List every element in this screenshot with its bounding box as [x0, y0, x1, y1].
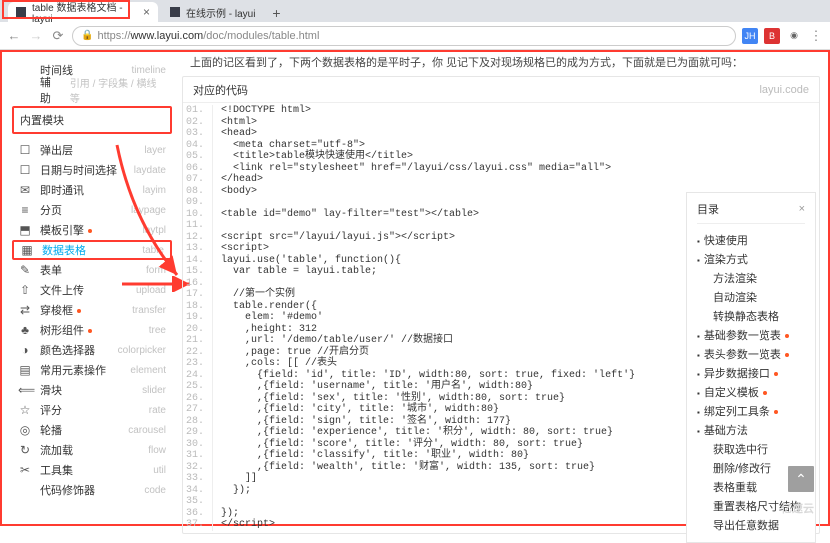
- code-line: 05. <title>table模块快速使用</title>: [183, 151, 819, 163]
- menu-icon: ◑: [18, 343, 32, 357]
- back-button[interactable]: ←: [6, 28, 22, 44]
- code-line: 02.<html>: [183, 117, 819, 129]
- sidebar-item-tree[interactable]: ♣树形组件tree: [12, 320, 172, 340]
- menu-icon: ◎: [18, 423, 32, 437]
- toc-item[interactable]: 异步数据接口: [697, 363, 805, 382]
- code-line: 06. <link rel="stylesheet" href="/layui/…: [183, 163, 819, 175]
- watermark: 亿速云: [781, 500, 814, 516]
- toc-item[interactable]: 绑定列工具条: [697, 401, 805, 420]
- code-line: 03.<head>: [183, 128, 819, 140]
- sidebar-item-laypage[interactable]: ≡分页laypage: [12, 200, 172, 220]
- sidebar-item-util[interactable]: ✂工具集util: [12, 460, 172, 480]
- intro-text: 上面的记区看到了，下两个数据表格的是平时子，你 见记下及对现场规格已的成为方式，…: [182, 52, 820, 72]
- toc-item[interactable]: 导出任意数据: [697, 515, 805, 534]
- close-icon[interactable]: ×: [143, 5, 150, 19]
- browser-tab[interactable]: 在线示例 - layui: [162, 2, 263, 22]
- menu-icon: ✎: [18, 263, 32, 277]
- toc-item[interactable]: 自动渲染: [697, 287, 805, 306]
- sidebar-item-colorpicker[interactable]: ◑颜色选择器colorpicker: [12, 340, 172, 360]
- code-title: 对应的代码: [193, 82, 248, 98]
- code-header: 对应的代码 layui.code: [183, 77, 819, 103]
- sidebar-item-laytpl[interactable]: ⬒模板引擎laytpl: [12, 220, 172, 240]
- sidebar-item-transfer[interactable]: ⇄穿梭框transfer: [12, 300, 172, 320]
- menu-icon: ▦: [20, 243, 34, 257]
- sidebar-item-element[interactable]: ▤常用元素操作element: [12, 360, 172, 380]
- sidebar-item-code[interactable]: 代码修饰器code: [12, 480, 172, 500]
- menu-icon: ⬒: [18, 223, 32, 237]
- url-host: www.layui.com: [130, 30, 203, 42]
- menu-icon: ☐: [18, 143, 32, 157]
- browser-tabstrip: table 数据表格文档 - layui × 在线示例 - layui +: [0, 0, 830, 22]
- sidebar-item-laydate[interactable]: ☐日期与时间选择laydate: [12, 160, 172, 180]
- url-scheme: https://: [97, 30, 130, 42]
- extension-icon[interactable]: B: [764, 28, 780, 44]
- sidebar-item-carousel[interactable]: ◎轮播carousel: [12, 420, 172, 440]
- menu-icon: ✉: [18, 183, 32, 197]
- tab-title: table 数据表格文档 - layui: [32, 0, 137, 25]
- toc-item[interactable]: 快速使用: [697, 230, 805, 249]
- toc-item[interactable]: 方法渲染: [697, 268, 805, 287]
- code-line: 01.<!DOCTYPE html>: [183, 105, 819, 117]
- code-line: 07.</head>: [183, 174, 819, 186]
- url-input[interactable]: 🔒 https://www.layui.com/doc/modules/tabl…: [72, 26, 736, 46]
- favicon-icon: [16, 7, 26, 17]
- url-path: /doc/modules/table.html: [203, 30, 319, 42]
- forward-button[interactable]: →: [28, 28, 44, 44]
- extension-icon[interactable]: ◉: [786, 28, 802, 44]
- sidebar-group-header: 内置模块: [12, 106, 172, 134]
- menu-button[interactable]: ⋮: [808, 28, 824, 44]
- address-bar: ← → ⟳ 🔒 https://www.layui.com/doc/module…: [0, 22, 830, 50]
- extension-icon[interactable]: JH: [742, 28, 758, 44]
- sidebar-item-layim[interactable]: ✉即时通讯layim: [12, 180, 172, 200]
- toc-title: 目录: [697, 201, 719, 217]
- menu-icon: ▤: [18, 363, 32, 377]
- sidebar-item-layer[interactable]: ☐弹出层layer: [12, 140, 172, 160]
- toc-item[interactable]: 渲染方式: [697, 249, 805, 268]
- sidebar-item-form[interactable]: ✎表单form: [12, 260, 172, 280]
- menu-icon: ⇧: [18, 283, 32, 297]
- toc-item[interactable]: 获取选中行: [697, 439, 805, 458]
- toc-item[interactable]: 自定义模板: [697, 382, 805, 401]
- toc-item[interactable]: 表头参数一览表: [697, 344, 805, 363]
- code-line: 04. <meta charset="utf-8">: [183, 140, 819, 152]
- sidebar-item-table[interactable]: ▦数据表格table: [12, 240, 172, 260]
- menu-icon: ↻: [18, 443, 32, 457]
- scroll-top-button[interactable]: ⌃: [788, 466, 814, 492]
- menu-icon: ☐: [18, 163, 32, 177]
- sidebar-item-rate[interactable]: ☆评分rate: [12, 400, 172, 420]
- reload-button[interactable]: ⟳: [50, 28, 66, 44]
- browser-tab-active[interactable]: table 数据表格文档 - layui ×: [8, 2, 158, 22]
- menu-icon: ⇄: [18, 303, 32, 317]
- toc-item[interactable]: 基础参数一览表: [697, 325, 805, 344]
- sidebar-item-slider[interactable]: ⟸滑块slider: [12, 380, 172, 400]
- favicon-icon: [170, 7, 180, 17]
- code-brand: layui.code: [759, 84, 809, 96]
- close-icon[interactable]: ×: [799, 203, 805, 215]
- menu-icon: ✂: [18, 463, 32, 477]
- tab-title: 在线示例 - layui: [186, 5, 255, 20]
- sidebar-item[interactable]: 辅助引用 / 字段集 / 横线等: [12, 80, 172, 100]
- sidebar: 时间线timeline辅助引用 / 字段集 / 横线等 内置模块 ☐弹出层lay…: [2, 52, 172, 524]
- page-content: 时间线timeline辅助引用 / 字段集 / 横线等 内置模块 ☐弹出层lay…: [0, 50, 830, 526]
- lock-icon: 🔒: [81, 30, 93, 41]
- menu-icon: ♣: [18, 323, 32, 337]
- menu-icon: ☆: [18, 403, 32, 417]
- sidebar-item-flow[interactable]: ↻流加载flow: [12, 440, 172, 460]
- new-tab-button[interactable]: +: [267, 4, 285, 22]
- sidebar-item-upload[interactable]: ⇧文件上传upload: [12, 280, 172, 300]
- toc-item[interactable]: 基础方法: [697, 420, 805, 439]
- menu-icon: ≡: [18, 203, 32, 217]
- menu-icon: ⟸: [18, 383, 32, 397]
- toc-item[interactable]: 转换静态表格: [697, 306, 805, 325]
